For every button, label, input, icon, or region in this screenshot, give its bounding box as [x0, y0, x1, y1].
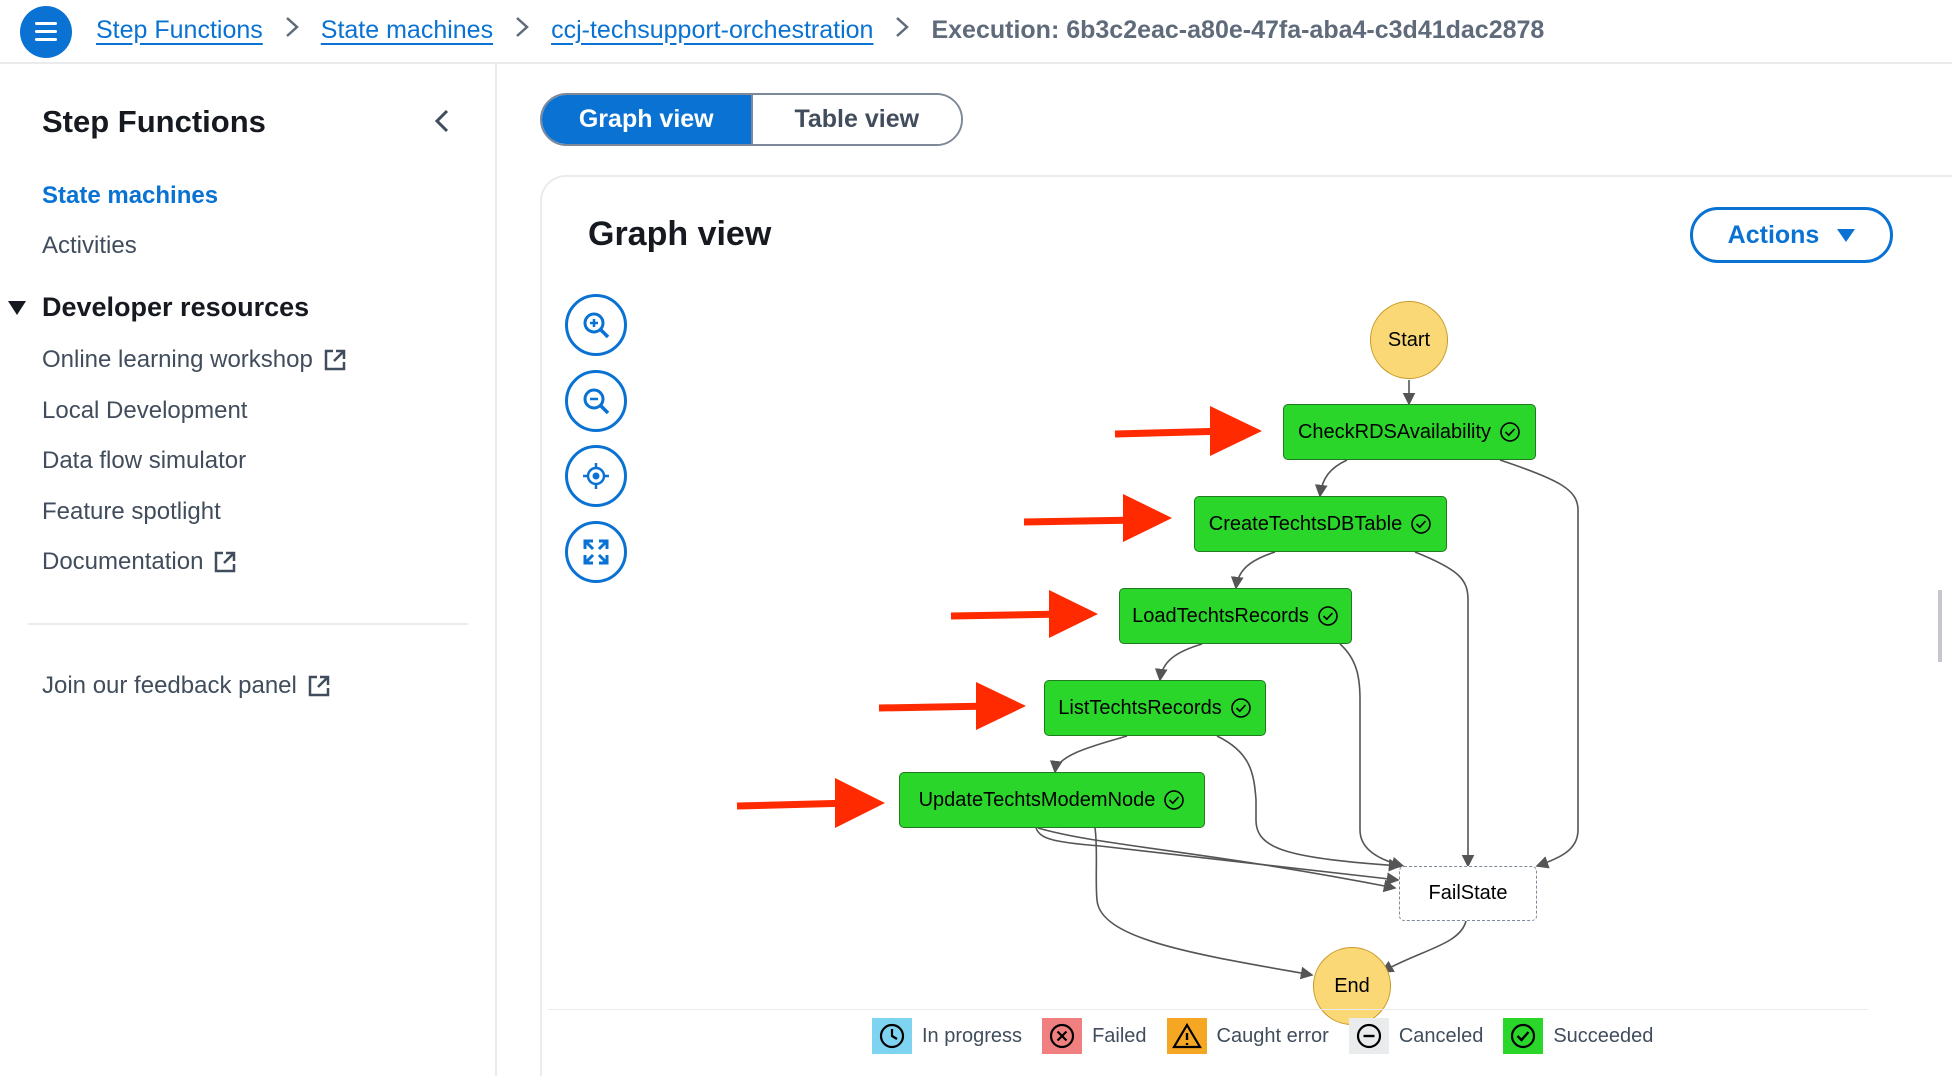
legend-succeeded: Succeeded	[1503, 1018, 1653, 1054]
legend-label: Caught error	[1216, 1024, 1329, 1047]
resize-handle[interactable]	[1938, 590, 1942, 662]
legend-caught-error: Caught error	[1166, 1018, 1329, 1054]
legend-in-progress: In progress	[872, 1018, 1022, 1054]
check-circle-icon	[1318, 606, 1338, 626]
state-label: CheckRDSAvailability	[1297, 420, 1492, 443]
state-label: LoadTechtsRecords	[1132, 604, 1309, 627]
legend-label: In progress	[922, 1024, 1023, 1047]
check-circle-icon	[1164, 790, 1185, 810]
state-label: UpdateTechtsModemNode	[918, 788, 1156, 811]
check-circle-icon	[1503, 1018, 1544, 1054]
legend-label: Succeeded	[1553, 1024, 1654, 1047]
legend-failed: Failed	[1042, 1018, 1147, 1054]
graph-edges	[736, 380, 1579, 980]
clock-icon	[872, 1018, 912, 1054]
check-circle-icon	[1230, 698, 1251, 718]
legend-divider	[548, 1009, 1868, 1010]
state-label: CreateTechtsDBTable	[1208, 512, 1403, 535]
state-list-techts-records[interactable]: ListTechtsRecords	[1044, 680, 1266, 736]
warning-icon	[1166, 1018, 1207, 1054]
legend-label: Failed	[1092, 1024, 1147, 1047]
status-legend: In progress Failed Caught error Canceled…	[872, 1018, 1673, 1054]
legend-label: Canceled	[1398, 1024, 1484, 1047]
state-check-rds-availability[interactable]: CheckRDSAvailability	[1283, 404, 1536, 460]
end-node[interactable]: End	[1313, 947, 1391, 1025]
legend-canceled: Canceled	[1348, 1018, 1484, 1054]
x-circle-icon	[1042, 1018, 1083, 1054]
check-circle-icon	[1500, 422, 1520, 442]
start-node[interactable]: Start	[1370, 301, 1448, 379]
fail-state-node[interactable]: FailState	[1399, 866, 1537, 921]
check-circle-icon	[1411, 514, 1432, 534]
state-update-techts-modem-node[interactable]: UpdateTechtsModemNode	[899, 772, 1205, 828]
state-create-techts-db-table[interactable]: CreateTechtsDBTable	[1194, 496, 1447, 552]
state-load-techts-records[interactable]: LoadTechtsRecords	[1119, 588, 1352, 644]
state-label: ListTechtsRecords	[1058, 696, 1222, 719]
minus-circle-icon	[1348, 1018, 1389, 1054]
